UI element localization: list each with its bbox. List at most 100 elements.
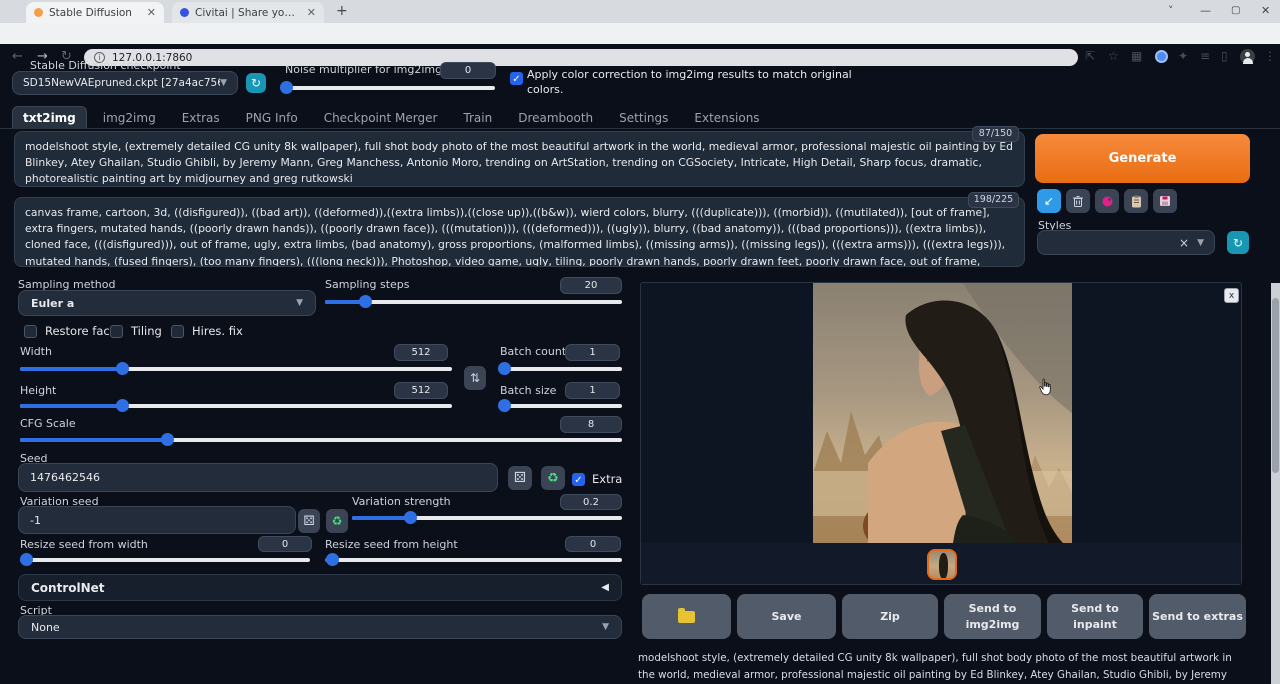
controlnet-label: ControlNet	[31, 581, 601, 595]
noise-multiplier-slider[interactable]	[282, 81, 495, 93]
minimize-icon[interactable]: —	[1200, 4, 1211, 17]
prompt-input[interactable]: modelshoot style, (extremely detailed CG…	[14, 131, 1025, 187]
window-menu-icon[interactable]: ˅	[1168, 4, 1174, 17]
close-preview-button[interactable]: x	[1224, 288, 1239, 303]
variation-random-seed-button[interactable]: ⚄	[298, 509, 320, 533]
save-button[interactable]: Save	[737, 594, 836, 639]
height-value[interactable]: 512	[394, 382, 448, 399]
sampling-method-dropdown[interactable]: Euler a ▼	[18, 290, 316, 316]
noise-multiplier-value[interactable]: 0	[440, 62, 496, 79]
restore-faces-checkbox[interactable]	[24, 325, 37, 338]
generated-image[interactable]	[813, 283, 1072, 543]
extension-blue-icon[interactable]	[1155, 50, 1168, 63]
tab-img2img[interactable]: img2img	[93, 107, 166, 129]
hires-fix-checkbox[interactable]	[171, 325, 184, 338]
batch-count-value[interactable]: 1	[565, 344, 620, 361]
tab-dreambooth[interactable]: Dreambooth	[508, 107, 603, 129]
clear-styles-icon[interactable]: ×	[1179, 236, 1189, 250]
width-slider[interactable]	[20, 362, 452, 374]
extra-label: Extra	[592, 472, 622, 486]
profile-avatar[interactable]	[1240, 49, 1255, 64]
resize-seed-height-value[interactable]: 0	[565, 536, 621, 552]
styles-dropdown[interactable]: × ▼	[1037, 230, 1215, 255]
random-seed-button[interactable]: ⚄	[508, 466, 532, 490]
share-icon[interactable]: ⇱	[1085, 49, 1095, 63]
sampling-steps-slider[interactable]	[325, 295, 622, 307]
variation-strength-value[interactable]: 0.2	[560, 494, 622, 510]
send-to-inpaint-button[interactable]: Send to inpaint	[1047, 594, 1143, 639]
side-panel-icon[interactable]: ▯	[1221, 49, 1228, 63]
variation-strength-slider[interactable]	[352, 511, 622, 523]
chevron-down-icon: ▼	[220, 78, 227, 88]
resize-seed-width-slider[interactable]	[20, 553, 310, 565]
resize-seed-height-slider[interactable]	[325, 553, 622, 565]
browser-menu-icon[interactable]: ⋮	[1264, 49, 1276, 63]
cfg-scale-value[interactable]: 8	[560, 416, 622, 433]
sampling-steps-label: Sampling steps	[325, 278, 410, 291]
tab-close-icon[interactable]: ✕	[147, 6, 156, 19]
generate-button[interactable]: Generate	[1035, 134, 1250, 183]
seed-input[interactable]: 1476462546	[18, 463, 498, 492]
tiling-option[interactable]: Tiling	[110, 324, 162, 338]
tab-checkpoint-merger[interactable]: Checkpoint Merger	[314, 107, 448, 129]
recycle-icon: ♻	[547, 471, 559, 486]
restore-faces-option[interactable]: Restore faces	[24, 324, 123, 338]
extra-seed-option[interactable]: ✓ Extra	[572, 472, 622, 486]
page-scrollbar[interactable]	[1271, 283, 1280, 684]
browser-tab-civitai[interactable]: Civitai | Share your models ✕	[172, 2, 324, 23]
width-value[interactable]: 512	[394, 344, 448, 361]
height-slider[interactable]	[20, 399, 452, 411]
tab-extras[interactable]: Extras	[172, 107, 230, 129]
styles-refresh-button[interactable]: ↻	[1227, 231, 1249, 254]
extra-networks-button[interactable]	[1095, 189, 1119, 213]
extension-grid-icon[interactable]: ▦	[1131, 49, 1142, 63]
checkpoint-dropdown[interactable]: SD15NewVAEpruned.ckpt [27a4ac756c] ▼	[12, 71, 238, 95]
zip-button[interactable]: Zip	[842, 594, 938, 639]
scrollbar-thumb[interactable]	[1272, 298, 1279, 473]
resize-seed-width-value[interactable]: 0	[258, 536, 312, 552]
tiling-checkbox[interactable]	[110, 325, 123, 338]
script-dropdown[interactable]: None ▼	[18, 615, 622, 639]
tab-png-info[interactable]: PNG Info	[236, 107, 308, 129]
batch-count-slider[interactable]	[500, 362, 622, 374]
swap-dimensions-button[interactable]: ⇅	[464, 366, 486, 390]
hires-fix-option[interactable]: Hires. fix	[171, 324, 243, 338]
send-to-img2img-button[interactable]: Send to img2img	[944, 594, 1041, 639]
extra-checkbox[interactable]: ✓	[572, 473, 585, 486]
back-icon[interactable]: ←	[12, 49, 23, 64]
checkpoint-refresh-button[interactable]: ↻	[246, 73, 266, 93]
apply-style-button[interactable]	[1124, 189, 1148, 213]
tab-extensions[interactable]: Extensions	[684, 107, 769, 129]
tab-train[interactable]: Train	[453, 107, 502, 129]
browser-tab-stable-diffusion[interactable]: Stable Diffusion ✕	[26, 2, 164, 23]
controlnet-accordion[interactable]: ControlNet ◀	[18, 574, 622, 601]
maximize-icon[interactable]: ▢	[1231, 5, 1240, 16]
batch-size-slider[interactable]	[500, 399, 622, 411]
negative-prompt-input[interactable]: canvas frame, cartoon, 3d, ((disfigured)…	[14, 197, 1025, 267]
variation-strength-label: Variation strength	[352, 495, 451, 508]
main-tab-bar: txt2img img2img Extras PNG Info Checkpoi…	[12, 106, 770, 129]
color-correction-checkbox[interactable]: ✓	[510, 72, 523, 85]
variation-reuse-seed-button[interactable]: ♻	[326, 509, 348, 533]
reuse-seed-button[interactable]: ♻	[541, 466, 565, 490]
batch-size-value[interactable]: 1	[565, 382, 620, 399]
send-to-extras-button[interactable]: Send to extras	[1149, 594, 1246, 639]
variation-seed-value: -1	[30, 514, 41, 527]
save-style-button[interactable]	[1153, 189, 1177, 213]
sampling-steps-value[interactable]: 20	[560, 277, 622, 294]
open-folder-button[interactable]	[642, 594, 731, 639]
tab-close-icon[interactable]: ✕	[307, 6, 316, 19]
address-bar[interactable]: i 127.0.0.1:7860	[84, 49, 1078, 66]
variation-seed-input[interactable]: -1	[18, 506, 296, 534]
cfg-scale-slider[interactable]	[20, 433, 622, 445]
tab-txt2img[interactable]: txt2img	[12, 106, 87, 129]
bookmark-star-icon[interactable]: ☆	[1108, 49, 1119, 63]
window-close-icon[interactable]: ✕	[1261, 4, 1270, 17]
new-tab-icon[interactable]: +	[336, 3, 348, 19]
tab-settings[interactable]: Settings	[609, 107, 678, 129]
clear-prompt-trash-button[interactable]	[1066, 189, 1090, 213]
reading-list-icon[interactable]: ≡	[1200, 49, 1210, 63]
paste-params-arrow-button[interactable]: ↙	[1037, 189, 1061, 213]
gallery-thumbnail[interactable]	[927, 549, 957, 580]
extensions-puzzle-icon[interactable]: ✦	[1178, 49, 1188, 63]
